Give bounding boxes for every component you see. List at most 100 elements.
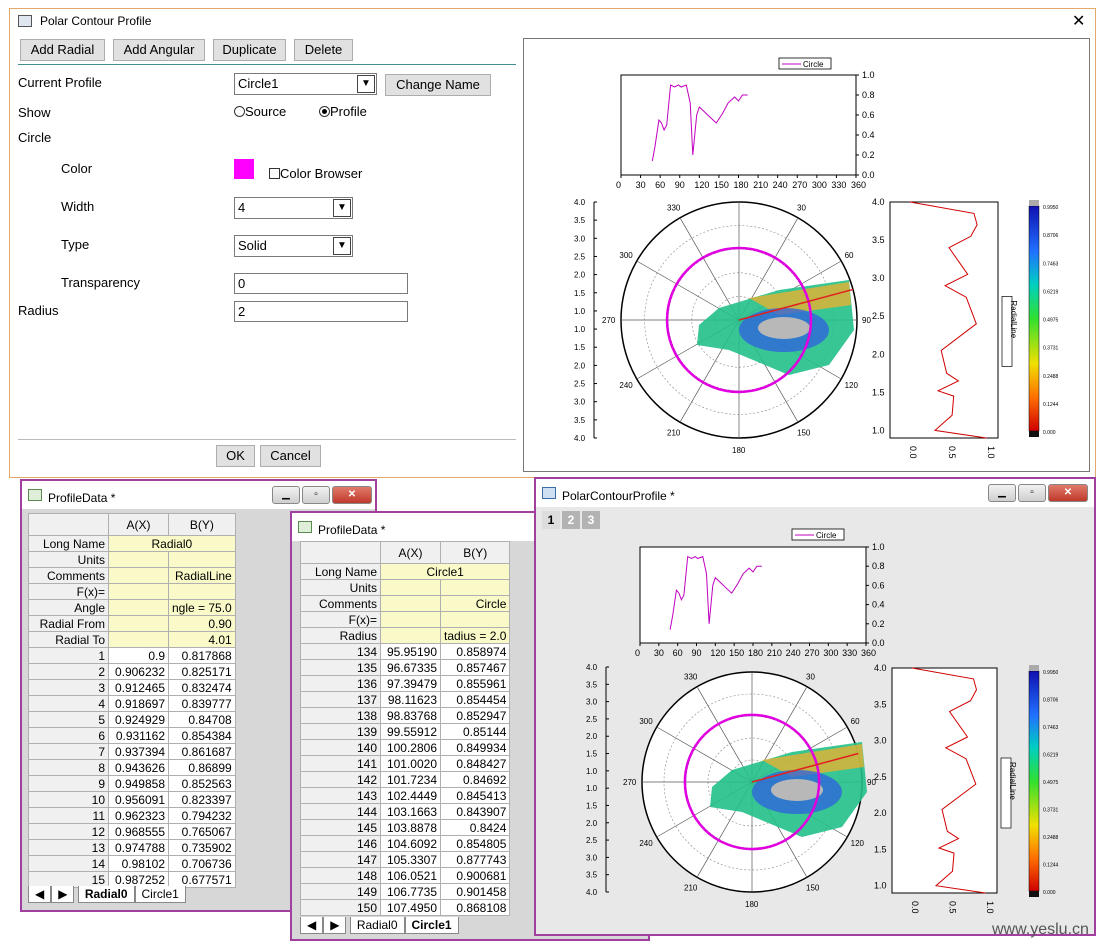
row-number[interactable]: 149 [300,883,381,900]
close-icon[interactable]: ✕ [1072,11,1085,31]
row-number[interactable]: 144 [300,803,381,820]
show-profile-radio[interactable]: Profile [319,104,367,119]
chevron-down-icon[interactable]: ▼ [333,199,351,217]
label-cell[interactable]: Circle1 [379,563,511,580]
label-cell[interactable]: 0.90 [168,615,236,632]
cancel-button[interactable]: Cancel [260,445,321,467]
delete-button[interactable]: Delete [294,39,353,61]
label-cell[interactable] [168,551,236,568]
data-cell[interactable]: 101.0020 [380,755,441,772]
data-cell[interactable]: 0.86899 [168,759,236,776]
row-number[interactable]: 139 [300,723,381,740]
tab-nav-next[interactable]: ▶ [51,886,75,903]
data-cell[interactable]: 104.6092 [380,835,441,852]
data-cell[interactable]: 0.706736 [168,855,236,872]
data-cell[interactable]: 96.67335 [380,659,441,676]
data-cell[interactable]: 0.918697 [108,695,169,712]
row-number[interactable]: 4 [28,695,109,712]
data-cell[interactable]: 106.0521 [380,867,441,884]
label-cell[interactable] [380,595,441,612]
radius-input[interactable]: 2 [234,301,408,322]
row-number[interactable]: 12 [28,823,109,840]
tab-circle1[interactable]: Circle1 [404,917,459,934]
row-number[interactable]: 136 [300,675,381,692]
change-name-button[interactable]: Change Name [385,74,491,96]
row-number[interactable]: 145 [300,819,381,836]
color-swatch[interactable] [234,159,254,179]
data-cell[interactable]: 98.11623 [380,691,441,708]
row-number[interactable]: 146 [300,835,381,852]
row-label[interactable]: Radial To [28,631,109,648]
show-source-radio[interactable]: Source [234,104,286,119]
current-profile-select[interactable]: Circle1 ▼ [234,73,377,95]
data-cell[interactable]: 105.3307 [380,851,441,868]
data-cell[interactable]: 99.55912 [380,723,441,740]
data-cell[interactable]: 0.84708 [168,711,236,728]
data-cell[interactable]: 107.4950 [380,899,441,916]
data-cell[interactable]: 0.854454 [439,691,511,708]
row-number[interactable]: 14 [28,855,109,872]
row-label[interactable]: Long Name [300,563,381,580]
row-label[interactable]: Angle [28,599,109,616]
type-select[interactable]: Solid ▼ [234,235,353,257]
row-label[interactable]: Comments [300,595,381,612]
data-cell[interactable]: 0.855961 [439,675,511,692]
add-angular-button[interactable]: Add Angular [113,39,205,61]
duplicate-button[interactable]: Duplicate [213,39,286,61]
row-label[interactable]: Long Name [28,535,109,552]
row-number[interactable]: 3 [28,679,109,696]
data-cell[interactable]: 0.912465 [108,679,169,696]
row-label[interactable]: Radius [300,627,381,644]
minimize-button[interactable]: ▁ [988,484,1016,502]
data-cell[interactable]: 0.937394 [108,743,169,760]
row-number[interactable]: 138 [300,707,381,724]
label-cell[interactable] [108,567,169,584]
data-cell[interactable]: 0.98102 [108,855,169,872]
tab-radial0[interactable]: Radial0 [349,917,405,934]
data-cell[interactable]: 0.906232 [108,663,169,680]
chevron-down-icon[interactable]: ▼ [357,75,375,93]
row-number[interactable]: 1 [28,647,109,664]
row-label[interactable]: Comments [28,567,109,584]
label-cell[interactable] [168,583,236,600]
label-cell[interactable] [108,551,169,568]
label-cell[interactable] [380,579,441,596]
label-cell[interactable] [108,615,169,632]
row-number[interactable]: 5 [28,711,109,728]
minimize-button[interactable]: ▁ [272,486,300,504]
data-cell[interactable]: 0.974788 [108,839,169,856]
data-cell[interactable]: 0.924929 [108,711,169,728]
row-number[interactable]: 143 [300,787,381,804]
data-cell[interactable]: 0.794232 [168,807,236,824]
row-label[interactable]: F(x)= [300,611,381,628]
close-button[interactable]: ✕ [332,486,372,504]
label-cell[interactable] [108,583,169,600]
data-cell[interactable]: 0.858974 [439,643,511,660]
column-header[interactable]: A(X) [108,513,169,536]
data-cell[interactable]: 0.968555 [108,823,169,840]
tab-nav-next[interactable]: ▶ [323,917,347,934]
label-cell[interactable]: ngle = 75.0 [168,599,236,616]
data-cell[interactable]: 97.39479 [380,675,441,692]
column-header[interactable]: A(X) [380,541,441,564]
data-cell[interactable]: 0.962323 [108,807,169,824]
label-cell[interactable] [108,631,169,648]
data-cell[interactable]: 101.7234 [380,771,441,788]
tab-nav-prev[interactable]: ◀ [28,886,52,903]
tab-nav-prev[interactable]: ◀ [300,917,324,934]
data-cell[interactable]: 0.832474 [168,679,236,696]
add-radial-button[interactable]: Add Radial [20,39,105,61]
data-cell[interactable]: 103.1663 [380,803,441,820]
data-cell[interactable]: 0.825171 [168,663,236,680]
row-number[interactable]: 9 [28,775,109,792]
data-cell[interactable]: 0.901458 [439,883,511,900]
row-number[interactable]: 147 [300,851,381,868]
tab-radial0[interactable]: Radial0 [77,886,135,903]
row-label[interactable]: Radial From [28,615,109,632]
label-cell[interactable]: Radial0 [108,535,236,552]
data-cell[interactable]: 0.949858 [108,775,169,792]
data-cell[interactable]: 102.4449 [380,787,441,804]
data-cell[interactable]: 0.852563 [168,775,236,792]
row-number[interactable]: 140 [300,739,381,756]
row-label[interactable]: F(x)= [28,583,109,600]
